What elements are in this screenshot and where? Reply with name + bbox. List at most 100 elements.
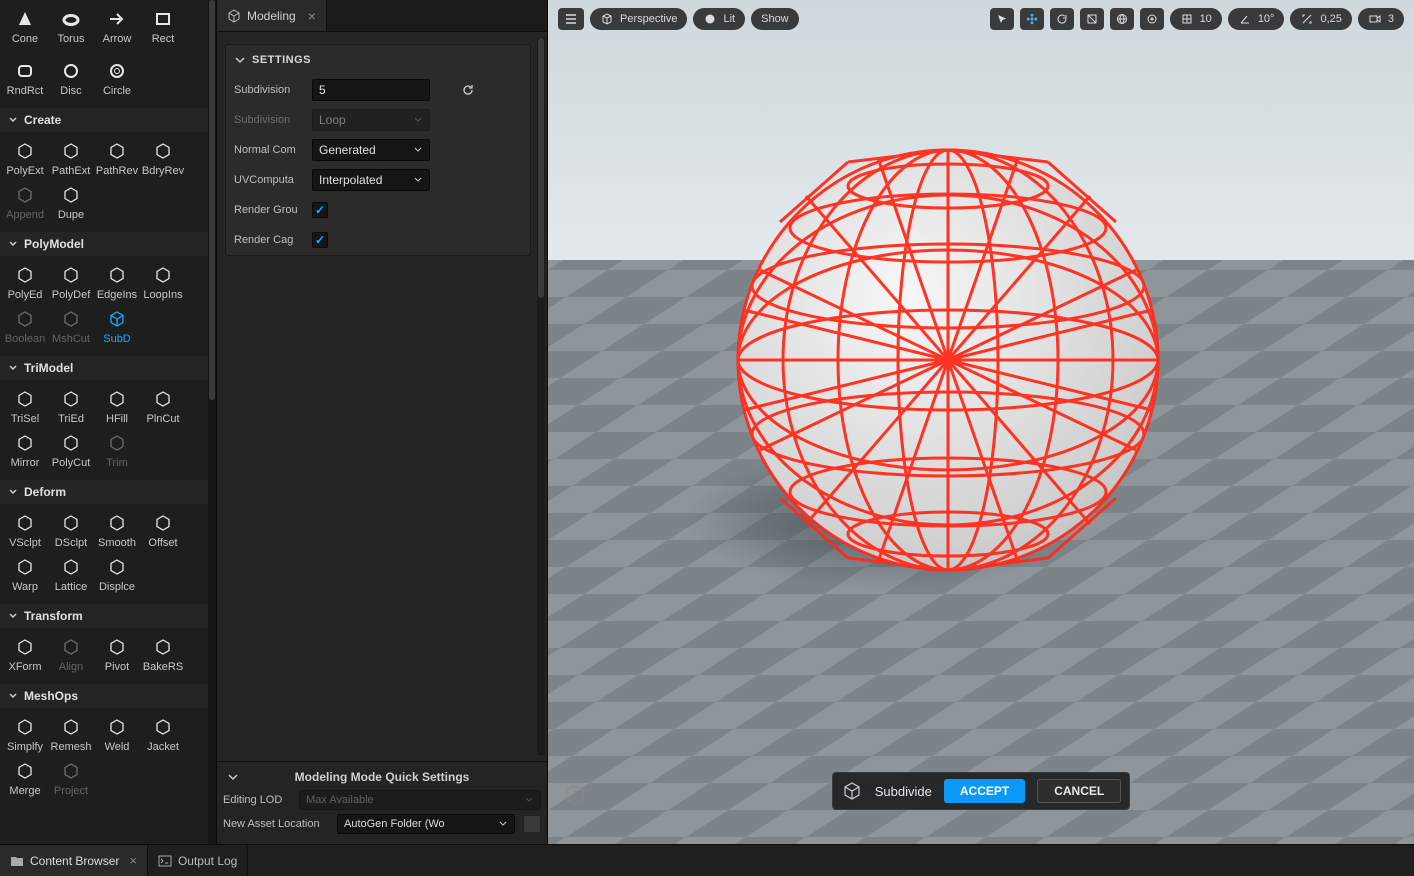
- tool-polyed-icon: [13, 263, 37, 287]
- tool-append-icon: [13, 183, 37, 207]
- tool-boolean: Boolean: [2, 305, 48, 347]
- tool-simplfy[interactable]: Simplfy: [2, 713, 48, 755]
- section-trimodel[interactable]: TriModel: [0, 356, 216, 380]
- asset-location-select[interactable]: AutoGen Folder (Wo: [337, 814, 515, 834]
- tool-polycut[interactable]: PolyCut: [48, 429, 94, 471]
- perspective-button[interactable]: Perspective: [590, 8, 687, 30]
- grid-snap-button[interactable]: 10: [1170, 8, 1222, 30]
- tool-rect[interactable]: Rect: [140, 5, 186, 47]
- tool-offset[interactable]: Offset: [140, 509, 186, 551]
- viewport[interactable]: Perspective Lit Show 10 10° 0,25 3 ? Sub…: [548, 0, 1414, 844]
- viewport-menu-button[interactable]: [558, 8, 584, 30]
- tool-circle[interactable]: Circle: [94, 57, 140, 99]
- tool-rndrct[interactable]: RndRct: [2, 57, 48, 99]
- settings-group: SETTINGS Subdivision Subdivision Loop No…: [225, 44, 531, 256]
- tool-trisel[interactable]: TriSel: [2, 385, 48, 427]
- scale-tool-button[interactable]: [1080, 8, 1104, 30]
- tool-torus[interactable]: Torus: [48, 5, 94, 47]
- tool-palette-scrollbar[interactable]: [208, 0, 216, 844]
- uv-select[interactable]: Interpolated: [312, 169, 430, 191]
- tool-pivot[interactable]: Pivot: [94, 633, 140, 675]
- render-group-checkbox[interactable]: ✓: [312, 202, 328, 218]
- render-cage-checkbox[interactable]: ✓: [312, 232, 328, 248]
- tool-plncut[interactable]: PlnCut: [140, 385, 186, 427]
- tool-vsclpt-label: VSclpt: [9, 537, 41, 549]
- tool-arrow[interactable]: Arrow: [94, 5, 140, 47]
- editing-lod-select[interactable]: Max Available: [299, 790, 541, 810]
- tool-remesh[interactable]: Remesh: [48, 713, 94, 755]
- section-transform[interactable]: Transform: [0, 604, 216, 628]
- normal-label: Normal Com: [234, 144, 312, 156]
- tool-cone-icon: [13, 7, 37, 31]
- tool-dupe-icon: [59, 183, 83, 207]
- tool-dupe[interactable]: Dupe: [48, 181, 94, 223]
- tool-vsclpt[interactable]: VSclpt: [2, 509, 48, 551]
- viewport-canvas: [548, 0, 1414, 844]
- tool-pathrev-label: PathRev: [96, 165, 138, 177]
- tool-tried[interactable]: TriEd: [48, 385, 94, 427]
- section-create[interactable]: Create: [0, 108, 216, 132]
- scrollbar-thumb[interactable]: [209, 0, 215, 400]
- subdivision-label: Subdivision: [234, 84, 312, 96]
- tool-disc[interactable]: Disc: [48, 57, 94, 99]
- lit-button[interactable]: Lit: [693, 8, 745, 30]
- tool-bdryrev[interactable]: BdryRev: [140, 137, 186, 179]
- subdivision-input[interactable]: [312, 79, 430, 101]
- tool-loopins-label: LoopIns: [143, 289, 182, 301]
- asset-color-swatch[interactable]: [523, 815, 541, 833]
- cancel-button[interactable]: CANCEL: [1037, 779, 1121, 803]
- tab-modeling[interactable]: Modeling ×: [217, 0, 327, 31]
- tool-polyext[interactable]: PolyExt: [2, 137, 48, 179]
- tool-bakers[interactable]: BakeRS: [140, 633, 186, 675]
- detail-scrollbar-thumb[interactable]: [538, 38, 544, 298]
- tool-pathext[interactable]: PathExt: [48, 137, 94, 179]
- close-icon[interactable]: ×: [129, 853, 137, 868]
- tool-dsclpt-icon: [59, 511, 83, 535]
- section-deform[interactable]: Deform: [0, 480, 216, 504]
- tool-pivot-icon: [105, 635, 129, 659]
- tool-displce[interactable]: Displce: [94, 553, 140, 595]
- tool-polycut-label: PolyCut: [52, 457, 91, 469]
- tool-polyed[interactable]: PolyEd: [2, 261, 48, 303]
- angle-snap-button[interactable]: 10°: [1228, 8, 1285, 30]
- tool-dsclpt[interactable]: DSclpt: [48, 509, 94, 551]
- camera-speed-button[interactable]: 3: [1358, 8, 1404, 30]
- tool-arrow-icon: [105, 7, 129, 31]
- tool-edgeins[interactable]: EdgeIns: [94, 261, 140, 303]
- tab-close-icon[interactable]: ×: [308, 8, 316, 24]
- tool-polydef[interactable]: PolyDef: [48, 261, 94, 303]
- tool-subd-icon: [105, 307, 129, 331]
- coord-space-button[interactable]: [1110, 8, 1134, 30]
- tool-weld[interactable]: Weld: [94, 713, 140, 755]
- section-polymodel[interactable]: PolyModel: [0, 232, 216, 256]
- select-tool-button[interactable]: [990, 8, 1014, 30]
- tool-lattice[interactable]: Lattice: [48, 553, 94, 595]
- accept-button[interactable]: ACCEPT: [944, 779, 1025, 803]
- tool-subd[interactable]: SubD: [94, 305, 140, 347]
- show-button[interactable]: Show: [751, 8, 799, 30]
- tool-hfill[interactable]: HFill: [94, 385, 140, 427]
- tool-warp[interactable]: Warp: [2, 553, 48, 595]
- tool-mirror[interactable]: Mirror: [2, 429, 48, 471]
- rotate-tool-button[interactable]: [1050, 8, 1074, 30]
- move-tool-button[interactable]: [1020, 8, 1044, 30]
- tool-smooth[interactable]: Smooth: [94, 509, 140, 551]
- tool-mshcut-label: MshCut: [52, 333, 90, 345]
- tool-xform[interactable]: XForm: [2, 633, 48, 675]
- tool-mirror-label: Mirror: [11, 457, 40, 469]
- tab-content-browser[interactable]: Content Browser ×: [0, 845, 148, 876]
- snap-surface-button[interactable]: [1140, 8, 1164, 30]
- tool-merge[interactable]: Merge: [2, 757, 48, 799]
- tool-cone[interactable]: Cone: [2, 5, 48, 47]
- section-meshops[interactable]: MeshOps: [0, 684, 216, 708]
- tool-loopins[interactable]: LoopIns: [140, 261, 186, 303]
- settings-header[interactable]: SETTINGS: [226, 45, 530, 75]
- quick-settings-header[interactable]: Modeling Mode Quick Settings: [223, 766, 541, 788]
- detail-scrollbar[interactable]: [537, 38, 545, 755]
- reset-subdivision-icon[interactable]: [458, 80, 478, 100]
- tab-output-log[interactable]: Output Log: [148, 845, 248, 876]
- normal-select[interactable]: Generated: [312, 139, 430, 161]
- scale-snap-button[interactable]: 0,25: [1290, 8, 1351, 30]
- tool-pathrev[interactable]: PathRev: [94, 137, 140, 179]
- tool-jacket[interactable]: Jacket: [140, 713, 186, 755]
